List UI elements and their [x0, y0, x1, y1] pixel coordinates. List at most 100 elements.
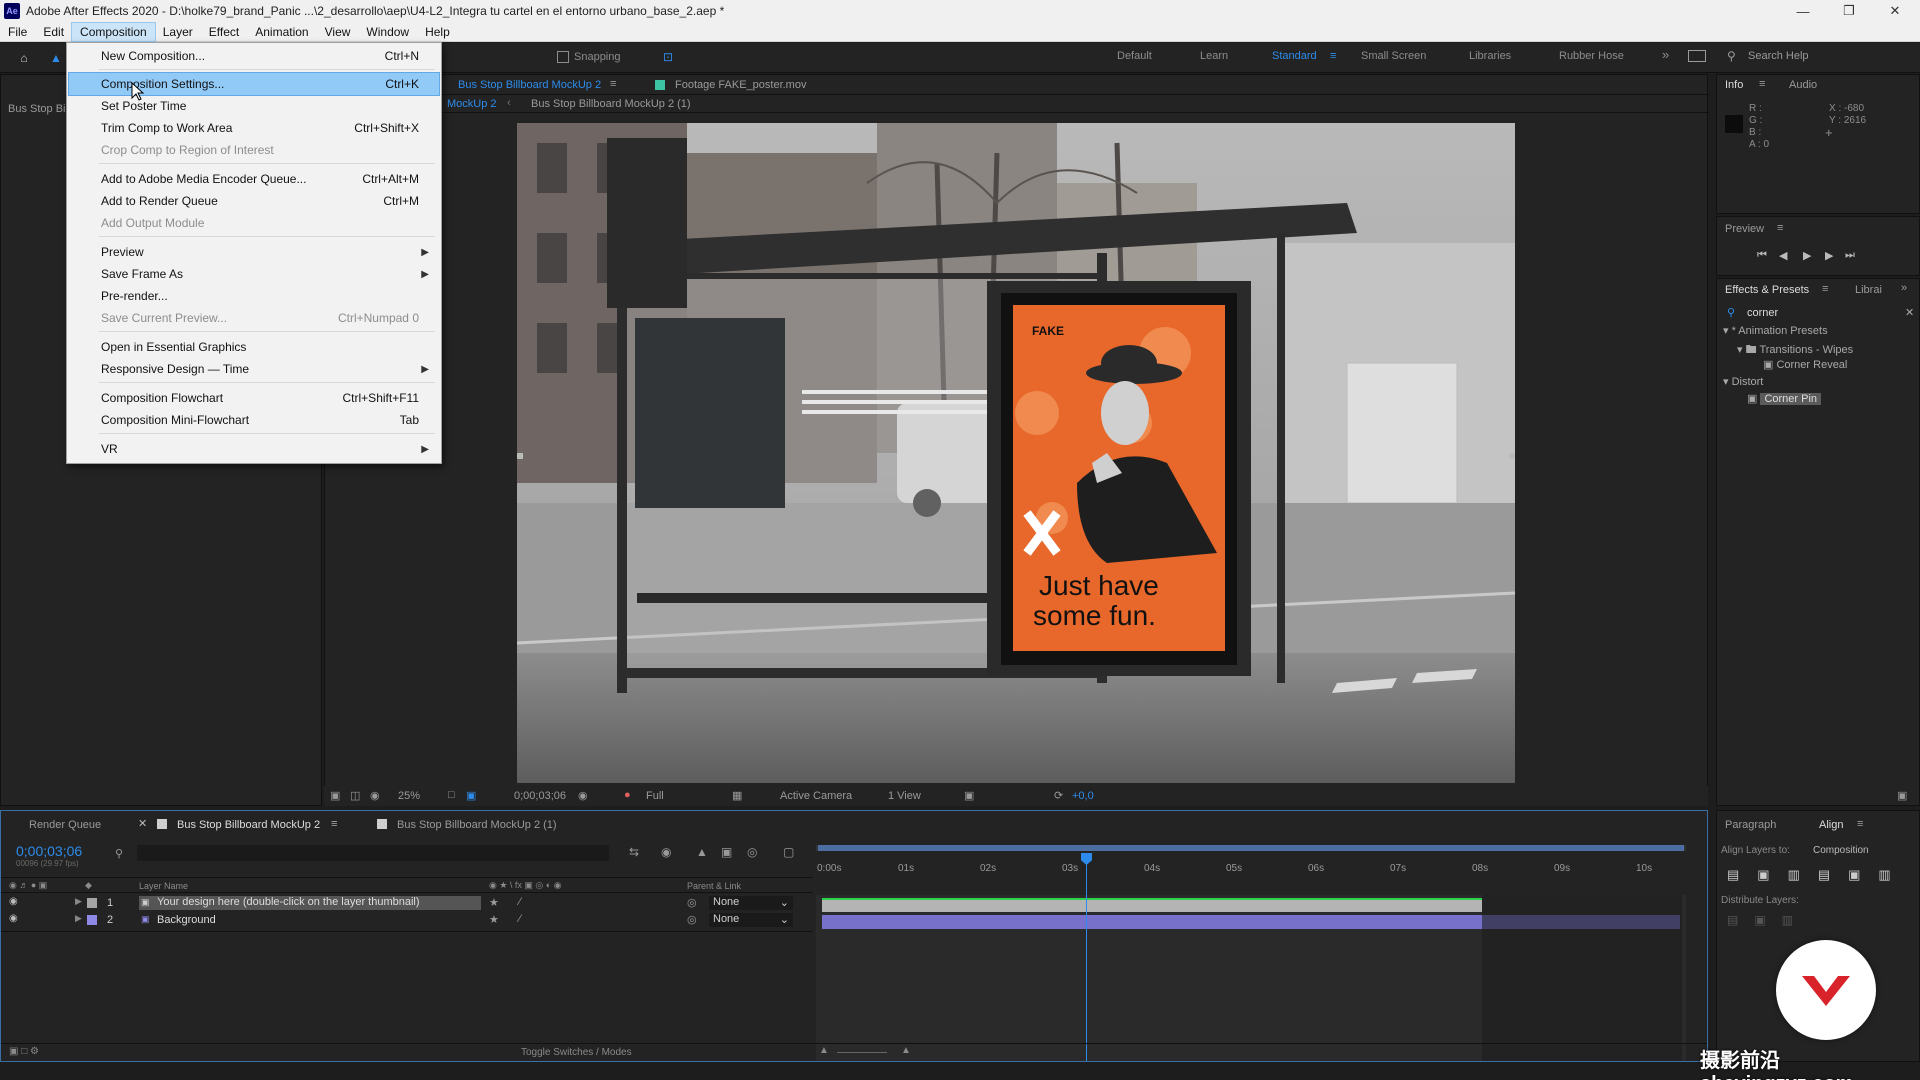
- current-timecode[interactable]: 0;00;03;06: [16, 843, 82, 859]
- composition-viewer[interactable]: FAKE Just have some fun.: [517, 123, 1515, 783]
- viewer-handle-right[interactable]: [1509, 453, 1515, 459]
- workspace-learn[interactable]: Learn: [1200, 50, 1228, 62]
- menu-edit[interactable]: Edit: [35, 23, 72, 41]
- timeline-tab-2[interactable]: Bus Stop Billboard MockUp 2 (1): [397, 819, 557, 831]
- next-frame-icon[interactable]: ▶: [1825, 249, 1833, 262]
- menu-file[interactable]: File: [0, 23, 35, 41]
- frame-blending-icon[interactable]: ▣: [721, 845, 732, 859]
- menu-new-composition[interactable]: New Composition... Ctrl+N: [69, 45, 439, 67]
- workspace-small-screen[interactable]: Small Screen: [1361, 50, 1426, 62]
- menu-composition-mini-flowchart[interactable]: Composition Mini-Flowchart Tab: [69, 409, 439, 431]
- align-to-select[interactable]: Composition: [1813, 845, 1869, 856]
- info-tab[interactable]: Info: [1725, 79, 1743, 91]
- render-queue-tab[interactable]: Render Queue: [29, 819, 101, 831]
- pickwhip-icon[interactable]: ◎: [687, 913, 697, 926]
- prev-frame-icon[interactable]: ◀: [1779, 249, 1787, 262]
- display-icon[interactable]: ◫: [350, 789, 360, 802]
- workspace-menu-icon[interactable]: ≡: [1330, 50, 1336, 62]
- align-buttons-icons[interactable]: ▤▣▥▤▣▥: [1727, 867, 1909, 883]
- tree-corner-reveal[interactable]: ▣ Corner Reveal: [1763, 358, 1847, 371]
- quality-switch-icon[interactable]: ∕: [519, 896, 521, 908]
- workspace-default[interactable]: Default: [1117, 50, 1152, 62]
- libraries-tab[interactable]: Librai: [1855, 284, 1882, 296]
- comp-flowchart-icon[interactable]: ⇆: [629, 845, 639, 859]
- playhead-icon[interactable]: [1081, 853, 1092, 865]
- workspace-standard[interactable]: Standard: [1272, 50, 1317, 62]
- layer-label-color[interactable]: [87, 915, 97, 925]
- always-preview-icon[interactable]: ▣: [330, 789, 340, 802]
- menu-layer[interactable]: Layer: [155, 23, 201, 41]
- search-help-input[interactable]: Search Help: [1748, 50, 1809, 62]
- align-tab[interactable]: Align: [1819, 819, 1843, 831]
- zoom-slider[interactable]: [837, 1052, 887, 1053]
- layer-row-2[interactable]: ◉ ▶ 2 ▣ Background ★ ∕ ◎ None ⌄: [1, 912, 811, 929]
- shy-layers-icon[interactable]: ▲: [696, 845, 708, 859]
- timeline-search-input[interactable]: [137, 845, 609, 861]
- pickwhip-icon[interactable]: ◎: [687, 896, 697, 909]
- breadcrumb-mockup2-1[interactable]: Bus Stop Billboard MockUp 2 (1): [531, 98, 691, 110]
- region-of-interest-icon[interactable]: ▣: [466, 789, 476, 802]
- parent-select[interactable]: None ⌄: [709, 913, 793, 927]
- motion-blur-icon[interactable]: ◎: [747, 845, 757, 859]
- workspace-rubber-hose[interactable]: Rubber Hose: [1559, 50, 1624, 62]
- paragraph-tab[interactable]: Paragraph: [1725, 819, 1776, 831]
- layer-label-color[interactable]: [87, 898, 97, 908]
- fit-icon[interactable]: □: [448, 789, 455, 801]
- new-item-icon[interactable]: ▣: [1897, 789, 1907, 802]
- transparency-grid-icon[interactable]: ▦: [732, 789, 742, 802]
- viewer-timecode[interactable]: 0;00;03;06: [514, 790, 566, 802]
- time-graph[interactable]: [816, 845, 1686, 1061]
- menu-vr[interactable]: VR ▶: [69, 438, 439, 460]
- timeline-tab-active[interactable]: Bus Stop Billboard MockUp 2: [177, 819, 320, 831]
- view-layout-select[interactable]: 1 View: [888, 790, 921, 802]
- shy-switch-icon[interactable]: ★: [489, 896, 499, 909]
- comp-tab-menu-icon[interactable]: ≡: [610, 78, 616, 90]
- home-icon[interactable]: ⌂: [14, 49, 34, 67]
- panel-overflow-icon[interactable]: »: [1901, 282, 1907, 294]
- snapshot-icon[interactable]: ◉: [578, 789, 588, 802]
- visibility-eye-icon[interactable]: ◉: [9, 913, 18, 924]
- menu-composition[interactable]: Composition: [71, 21, 156, 42]
- selection-tool-icon[interactable]: ▲: [48, 49, 64, 67]
- graph-editor-icon[interactable]: ▢: [783, 845, 794, 859]
- footer-toggle-icons[interactable]: ▣ □ ⚙: [9, 1046, 39, 1057]
- menu-set-poster-time[interactable]: Set Poster Time: [69, 95, 439, 117]
- exposure-value[interactable]: +0,0: [1072, 790, 1094, 802]
- timeline-tab-menu-icon[interactable]: ≡: [331, 818, 337, 830]
- color-channels-icon[interactable]: ●: [624, 789, 631, 801]
- snap-target-icon[interactable]: ⊡: [660, 49, 676, 65]
- timeline-search-icon[interactable]: ⚲: [115, 847, 123, 860]
- reset-exposure-icon[interactable]: ⟳: [1054, 789, 1063, 802]
- menu-effect[interactable]: Effect: [201, 23, 247, 41]
- audio-tab[interactable]: Audio: [1789, 79, 1817, 91]
- menu-help[interactable]: Help: [417, 23, 458, 41]
- info-tab-menu-icon[interactable]: ≡: [1759, 78, 1765, 90]
- play-icon[interactable]: ▶: [1803, 249, 1811, 262]
- effects-tab[interactable]: Effects & Presets: [1725, 284, 1809, 296]
- layer-name[interactable]: Background: [157, 914, 216, 926]
- align-menu-icon[interactable]: ≡: [1857, 818, 1863, 830]
- preview-menu-icon[interactable]: ≡: [1777, 222, 1783, 234]
- draft-3d-icon[interactable]: ◉: [661, 845, 671, 859]
- zoom-select[interactable]: 25%: [398, 790, 420, 802]
- quality-switch-icon[interactable]: ∕: [519, 913, 521, 925]
- resolution-select[interactable]: Full: [646, 790, 664, 802]
- tree-corner-pin[interactable]: ▣ Corner Pin: [1747, 392, 1822, 405]
- menu-preview[interactable]: Preview ▶: [69, 241, 439, 263]
- menu-open-essential-graphics[interactable]: Open in Essential Graphics: [69, 336, 439, 358]
- menu-composition-settings[interactable]: Composition Settings... Ctrl+K: [68, 72, 440, 96]
- work-area-range[interactable]: [818, 845, 1684, 851]
- menu-trim-comp[interactable]: Trim Comp to Work Area Ctrl+Shift+X: [69, 117, 439, 139]
- effects-search-input[interactable]: corner: [1747, 307, 1778, 319]
- zoom-in-icon[interactable]: ▲: [901, 1045, 911, 1056]
- toggle-switches-modes[interactable]: Toggle Switches / Modes: [521, 1047, 632, 1058]
- viewer-handle-left[interactable]: [517, 453, 523, 459]
- layer-row-1[interactable]: ◉ ▶ 1 Your design here (double-click on …: [1, 895, 811, 912]
- footage-tab[interactable]: Footage FAKE_poster.mov: [675, 79, 806, 91]
- menu-pre-render[interactable]: Pre-render...: [69, 285, 439, 307]
- preview-title[interactable]: Preview: [1725, 223, 1764, 235]
- layer-1-bar[interactable]: [822, 898, 1482, 912]
- layer-name[interactable]: Your design here (double-click on the la…: [139, 896, 481, 910]
- parent-link-header[interactable]: Parent & Link: [687, 881, 741, 891]
- menu-composition-flowchart[interactable]: Composition Flowchart Ctrl+Shift+F11: [69, 387, 439, 409]
